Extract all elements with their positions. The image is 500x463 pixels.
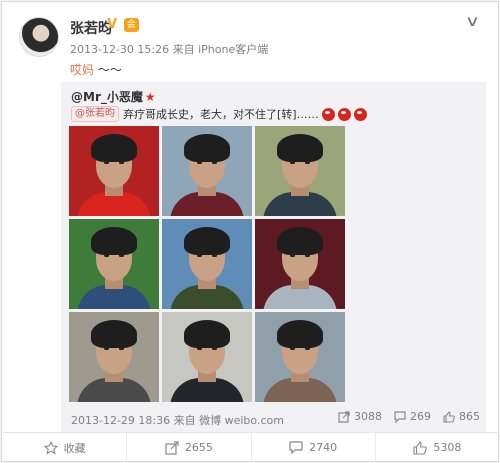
repost-stats: 3088 269 865 [338, 410, 480, 423]
emoji-icon [321, 107, 335, 121]
photo-thumbnail[interactable] [162, 219, 252, 309]
repost-forward-count: 3088 [354, 410, 382, 423]
avatar[interactable] [19, 17, 59, 57]
comment-icon [394, 410, 406, 423]
repost-like-stat[interactable]: 865 [443, 410, 480, 423]
repost-comment-count: 269 [410, 410, 431, 423]
original-user[interactable]: @Mr_小恶魔 ★ [71, 88, 156, 105]
comment-button[interactable]: 2740 [250, 433, 375, 462]
photo-thumbnail[interactable] [162, 126, 252, 216]
comment-icon [289, 440, 303, 454]
repost-meta: 2013-12-29 18:36 来自 微博 weibo.com [71, 414, 284, 427]
original-user-name[interactable]: @Mr_小恶魔 [71, 90, 143, 104]
weibo-post-card: 张若昀 V 会 2013-12-30 15:26 来自 iPhone客户端 ∨ … [1, 1, 499, 462]
like-button[interactable]: 5308 [374, 433, 499, 462]
photo-thumbnail[interactable] [255, 312, 345, 402]
action-bar: 收藏 2655 2740 5308 [3, 433, 499, 462]
thumbs-up-icon [413, 440, 428, 455]
star-icon: ★ [144, 90, 156, 104]
photo-thumbnail[interactable] [255, 219, 345, 309]
comment-count: 2740 [309, 441, 338, 454]
original-text-body: 弃疗哥成长史，老大，对不住了[转]…… [123, 108, 319, 121]
chevron-down-icon[interactable]: ∨ [465, 12, 480, 30]
photo-thumbnail[interactable] [69, 219, 159, 309]
repost-forward-stat[interactable]: 3088 [338, 410, 382, 423]
reposted-content: @Mr_小恶魔 ★ @张若昀 弃疗哥成长史，老大，对不住了[转]…… 2013-1… [61, 82, 486, 432]
original-text: @张若昀 弃疗哥成长史，老大，对不住了[转]…… [71, 106, 367, 122]
repost-comment-stat[interactable]: 269 [394, 410, 431, 423]
user-name[interactable]: 张若昀 [70, 18, 112, 38]
photo-thumbnail[interactable] [69, 126, 159, 216]
photo-thumbnail[interactable] [69, 312, 159, 402]
forward-icon [165, 440, 179, 455]
repost-like-count: 865 [459, 410, 480, 423]
favorite-label: 收藏 [63, 441, 86, 455]
post-text: 哎妈 ～～ [70, 61, 122, 78]
verified-icon: V [107, 17, 118, 32]
mention-link[interactable]: @张若昀 [71, 106, 119, 122]
member-icon: 会 [124, 18, 139, 32]
forward-icon [338, 410, 350, 423]
forward-button[interactable]: 2655 [126, 433, 250, 462]
forward-count: 2655 [184, 441, 213, 454]
post-meta: 2013-12-30 15:26 来自 iPhone客户端 [70, 43, 269, 56]
post-text-highlight: 哎妈 [70, 63, 95, 77]
post-text-rest: ～～ [97, 63, 122, 77]
star-outline-icon [43, 440, 58, 455]
emoji-icon [337, 107, 351, 121]
favorite-button[interactable]: 收藏 [3, 433, 126, 462]
photo-thumbnail[interactable] [162, 312, 252, 402]
like-count: 5308 [433, 441, 462, 454]
thumbs-up-icon [443, 410, 455, 423]
photo-thumbnail[interactable] [255, 126, 345, 216]
emoji-icon [353, 107, 367, 121]
